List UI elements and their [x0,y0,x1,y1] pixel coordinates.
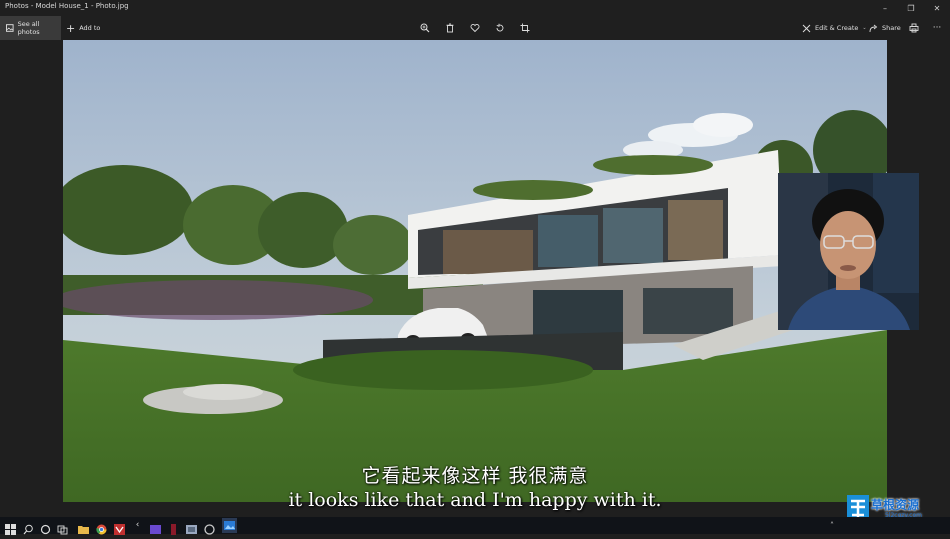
see-all-photos-button[interactable]: See all photos [0,16,61,40]
task-view-icon[interactable] [57,520,68,535]
windows-start-icon[interactable] [5,520,16,535]
app-icon[interactable] [150,520,161,534]
toolbar: See all photos + Add to Edit & Create ⌄ … [0,16,950,40]
chevron-up-icon[interactable]: ˄ [830,521,834,530]
watermark-text: 草根资源 [871,498,920,512]
app-icon[interactable] [114,520,125,535]
plus-icon: + [66,21,76,35]
close-icon[interactable]: ✕ [924,0,950,16]
chevron-down-icon: ⌄ [862,25,867,31]
webcam-overlay [778,173,919,330]
photo-viewer-image[interactable] [63,40,887,502]
edit-icon [802,24,811,32]
rotate-icon[interactable] [492,20,508,36]
photos-gallery-icon [6,24,14,32]
photos-icon[interactable] [222,518,237,533]
window-controls: – ❐ ✕ [872,0,950,16]
add-to-label: Add to [79,24,101,32]
share-label: Share [882,24,901,32]
delete-icon[interactable] [442,20,458,36]
see-all-photos-label: See all photos [17,20,40,36]
add-to-button[interactable]: + Add to [66,16,100,40]
edit-create-label: Edit & Create [815,24,859,32]
subtitle-chinese: 它看起来像这样 我很满意 [361,465,589,487]
app-icon[interactable] [168,520,179,535]
file-explorer-icon[interactable] [78,520,89,534]
maximize-icon[interactable]: ❐ [898,0,924,16]
taskbar: ‹ ˄ [0,517,950,535]
share-button[interactable]: Share [869,16,901,40]
search-icon[interactable] [23,520,34,535]
zoom-in-icon[interactable] [417,20,433,36]
share-icon [869,24,878,32]
app-icon[interactable] [186,520,197,534]
app-icon[interactable]: ‹ [132,520,143,531]
favorite-heart-icon[interactable] [467,20,483,36]
minimize-icon[interactable]: – [872,0,898,16]
chrome-icon[interactable] [96,520,107,535]
edit-create-button[interactable]: Edit & Create ⌄ [802,16,867,40]
title-bar: Photos - Model House_1 - Photo.jpg – ❐ ✕ [0,0,950,16]
print-icon[interactable] [906,20,922,36]
more-icon[interactable]: ··· [929,20,945,36]
crop-icon[interactable] [517,20,533,36]
cortana-icon[interactable] [40,520,51,535]
app-icon[interactable] [204,520,215,535]
window-title: Photos - Model House_1 - Photo.jpg [5,2,129,10]
subtitle-english: it looks like that and I'm happy with it… [288,489,662,511]
